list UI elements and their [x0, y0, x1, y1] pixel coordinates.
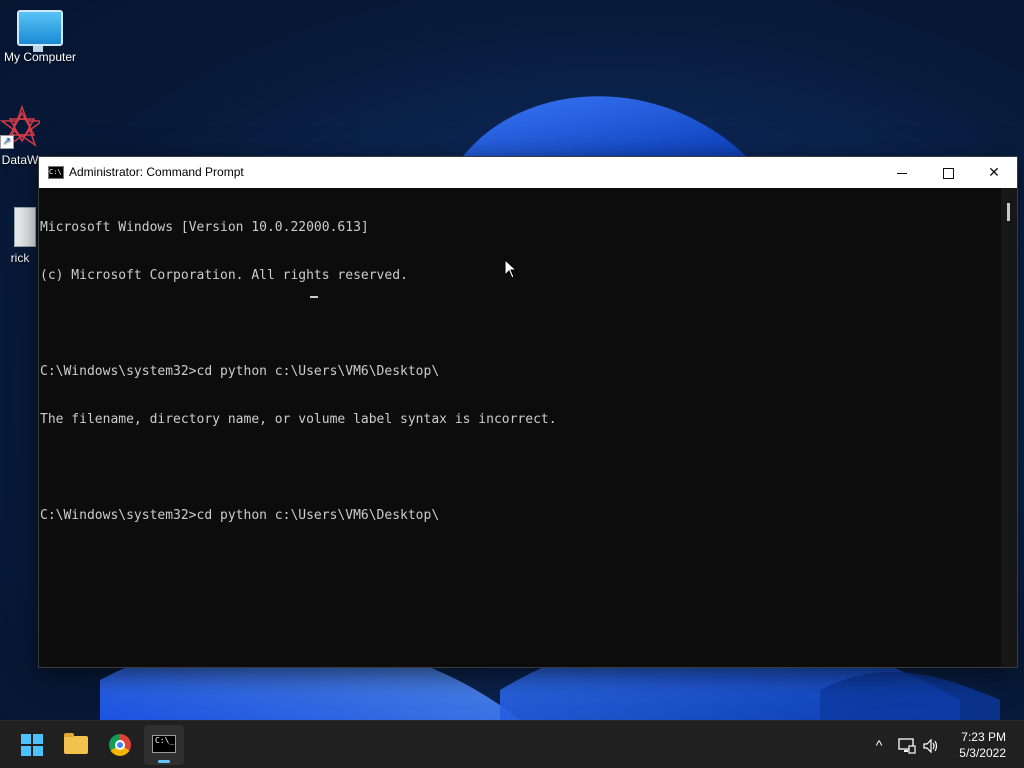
desktop-icon-rick[interactable]: rick — [0, 207, 40, 265]
command-prompt-window[interactable]: C:\ Administrator: Command Prompt ✕ Micr… — [38, 156, 1018, 668]
minimize-button[interactable] — [879, 157, 925, 188]
clock-time: 7:23 PM — [961, 730, 1006, 744]
file-explorer-icon — [64, 733, 88, 754]
desktop-icon-label: rick — [10, 251, 30, 265]
command-prompt-icon: C:\ — [48, 166, 64, 179]
clock-date: 5/3/2022 — [959, 746, 1006, 760]
network-icon — [898, 738, 916, 754]
close-icon: ✕ — [988, 164, 1000, 180]
network-button[interactable] — [896, 721, 918, 768]
desktop-icon-label: DataW — [1, 153, 39, 167]
monitor-icon — [17, 10, 63, 52]
current-command: C:\Windows\system32>cd python c:\Users\V… — [40, 508, 440, 523]
console-input-line[interactable]: C:\Windows\system32>cd python c:\Users\V… — [40, 508, 1002, 524]
command-prompt-icon: C:\_ — [152, 735, 176, 753]
console-line: (c) Microsoft Corporation. All rights re… — [40, 268, 408, 283]
star-app-icon: ↗ — [0, 105, 40, 149]
desktop-icon-my-computer[interactable]: My Computer — [0, 10, 80, 64]
mouse-pointer-icon — [504, 259, 518, 279]
console-line: C:\Windows\system32>cd python c:\Users\V… — [40, 364, 440, 379]
clock[interactable]: 7:23 PM 5/3/2022 — [959, 729, 1006, 761]
console-output[interactable]: Microsoft Windows [Version 10.0.22000.61… — [39, 188, 1002, 667]
desktop-icon-dataw[interactable]: ↗ DataW — [0, 105, 40, 167]
desktop-icon-label: My Computer — [3, 50, 77, 64]
maximize-button[interactable] — [925, 157, 971, 188]
chrome-button[interactable] — [100, 725, 140, 765]
active-app-indicator — [158, 760, 170, 763]
command-prompt-taskbar-button[interactable]: C:\_ — [144, 725, 184, 765]
chevron-up-icon: ^ — [875, 737, 883, 753]
close-button[interactable]: ✕ — [971, 157, 1017, 188]
start-icon — [21, 734, 43, 756]
file-explorer-button[interactable] — [56, 725, 96, 765]
volume-button[interactable] — [920, 721, 942, 768]
scrollbar-thumb[interactable] — [1007, 203, 1010, 221]
chrome-icon — [109, 734, 131, 756]
vertical-scrollbar[interactable] — [1001, 188, 1017, 667]
title-bar[interactable]: C:\ Administrator: Command Prompt ✕ — [39, 157, 1017, 188]
show-hidden-icons-button[interactable]: ^ — [868, 721, 890, 768]
taskbar: C:\_ ^ 7:23 PM 5/3/2022 — [0, 720, 1024, 768]
start-button[interactable] — [12, 725, 52, 765]
volume-icon — [923, 738, 938, 754]
minimize-icon — [897, 172, 907, 174]
maximize-icon — [942, 167, 954, 179]
text-cursor — [310, 296, 318, 298]
console-line: Microsoft Windows [Version 10.0.22000.61… — [40, 220, 369, 235]
shortcut-arrow-icon: ↗ — [0, 135, 14, 149]
document-icon — [14, 207, 36, 247]
window-title: Administrator: Command Prompt — [69, 165, 244, 179]
console-line: The filename, directory name, or volume … — [40, 412, 557, 427]
